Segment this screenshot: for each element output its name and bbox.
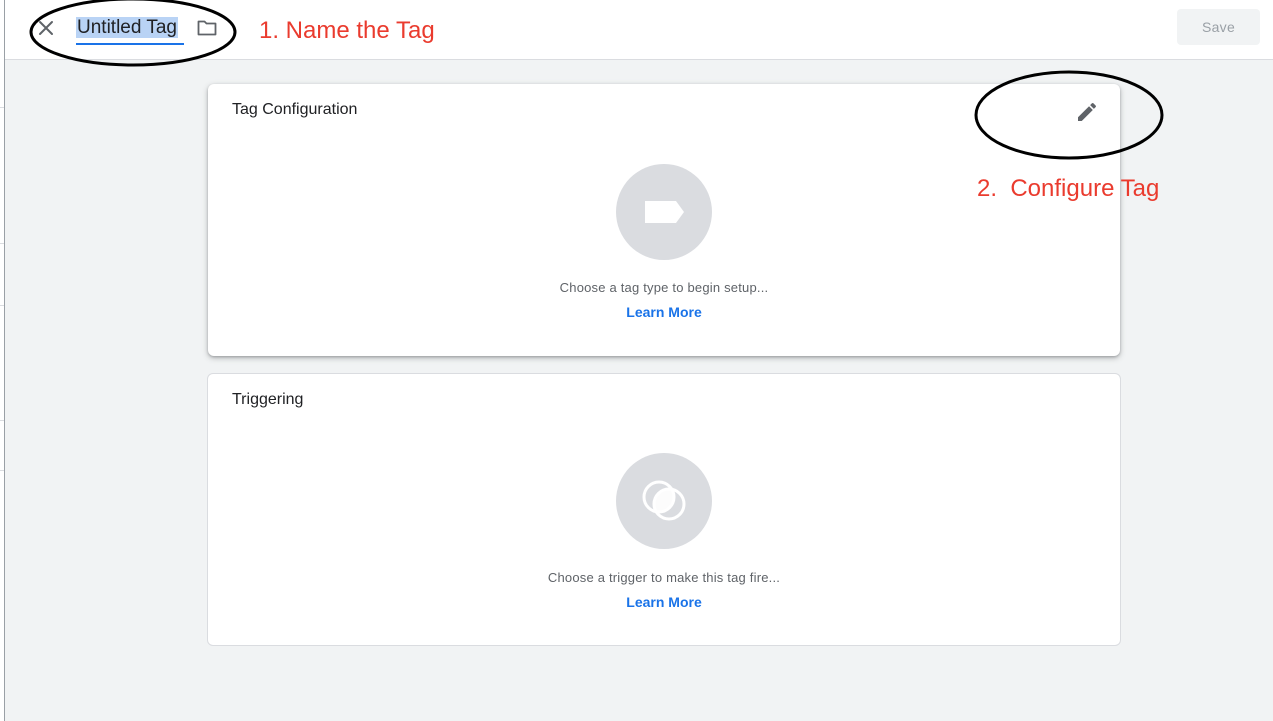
card-title: Triggering <box>232 391 304 408</box>
edit-tag-configuration-button[interactable] <box>1075 100 1099 124</box>
folder-button[interactable] <box>196 17 218 39</box>
save-button[interactable]: Save <box>1177 9 1260 45</box>
close-button[interactable] <box>35 17 57 39</box>
divider <box>0 470 4 471</box>
tag-type-hint: Choose a tag type to begin setup... <box>559 280 769 295</box>
annotation-step-1: 1. Name the Tag <box>259 17 435 44</box>
background-page-edge <box>0 0 5 721</box>
tag-name-text: Untitled Tag <box>76 17 178 38</box>
tag-editor-header: Untitled Tag Save <box>5 0 1273 60</box>
card-title: Tag Configuration <box>232 101 358 118</box>
triggering-card[interactable]: Triggering Choose a trigger to make this… <box>207 373 1121 646</box>
trigger-placeholder[interactable] <box>616 453 712 549</box>
learn-more-link[interactable]: Learn More <box>208 594 1120 610</box>
divider <box>0 107 4 108</box>
overlapping-circles-icon <box>642 480 686 521</box>
tag-name-underline <box>76 43 184 45</box>
learn-more-link[interactable]: Learn More <box>208 304 1120 320</box>
pencil-icon <box>1078 102 1097 121</box>
close-icon <box>39 21 53 35</box>
annotation-step-2: 2. Configure Tag <box>977 175 1160 202</box>
tag-shape-icon <box>645 201 684 223</box>
tag-name-input[interactable]: Untitled Tag <box>76 15 178 45</box>
tag-type-placeholder[interactable] <box>616 164 712 260</box>
divider <box>0 243 4 244</box>
divider <box>0 420 4 421</box>
divider <box>0 305 4 306</box>
folder-icon <box>197 20 217 36</box>
tag-configuration-card[interactable]: Tag Configuration Choose a tag type to b… <box>208 84 1120 356</box>
trigger-hint: Choose a trigger to make this tag fire..… <box>547 570 781 585</box>
